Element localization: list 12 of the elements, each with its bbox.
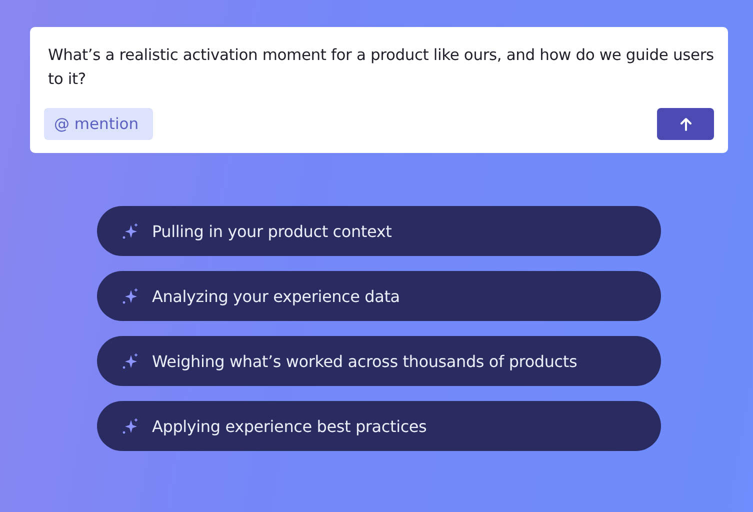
step-label: Pulling in your product context (152, 222, 392, 240)
prompt-text: What’s a realistic activation moment for a product like ours, and how do we guide users to it? (48, 45, 714, 90)
sparkle-icon (121, 352, 139, 370)
step-label: Analyzing your experience data (152, 286, 400, 306)
sparkle-icon (121, 417, 139, 435)
mention-button[interactable]: @ mention (44, 108, 153, 140)
step-label: Weighing what’s worked across thousands of products (152, 352, 578, 370)
sparkle-icon (121, 287, 139, 305)
step-label: Applying experience best practices (152, 416, 427, 436)
sparkle-icon (121, 222, 139, 240)
send-button[interactable] (657, 108, 714, 140)
arrow-up-icon (680, 117, 692, 131)
